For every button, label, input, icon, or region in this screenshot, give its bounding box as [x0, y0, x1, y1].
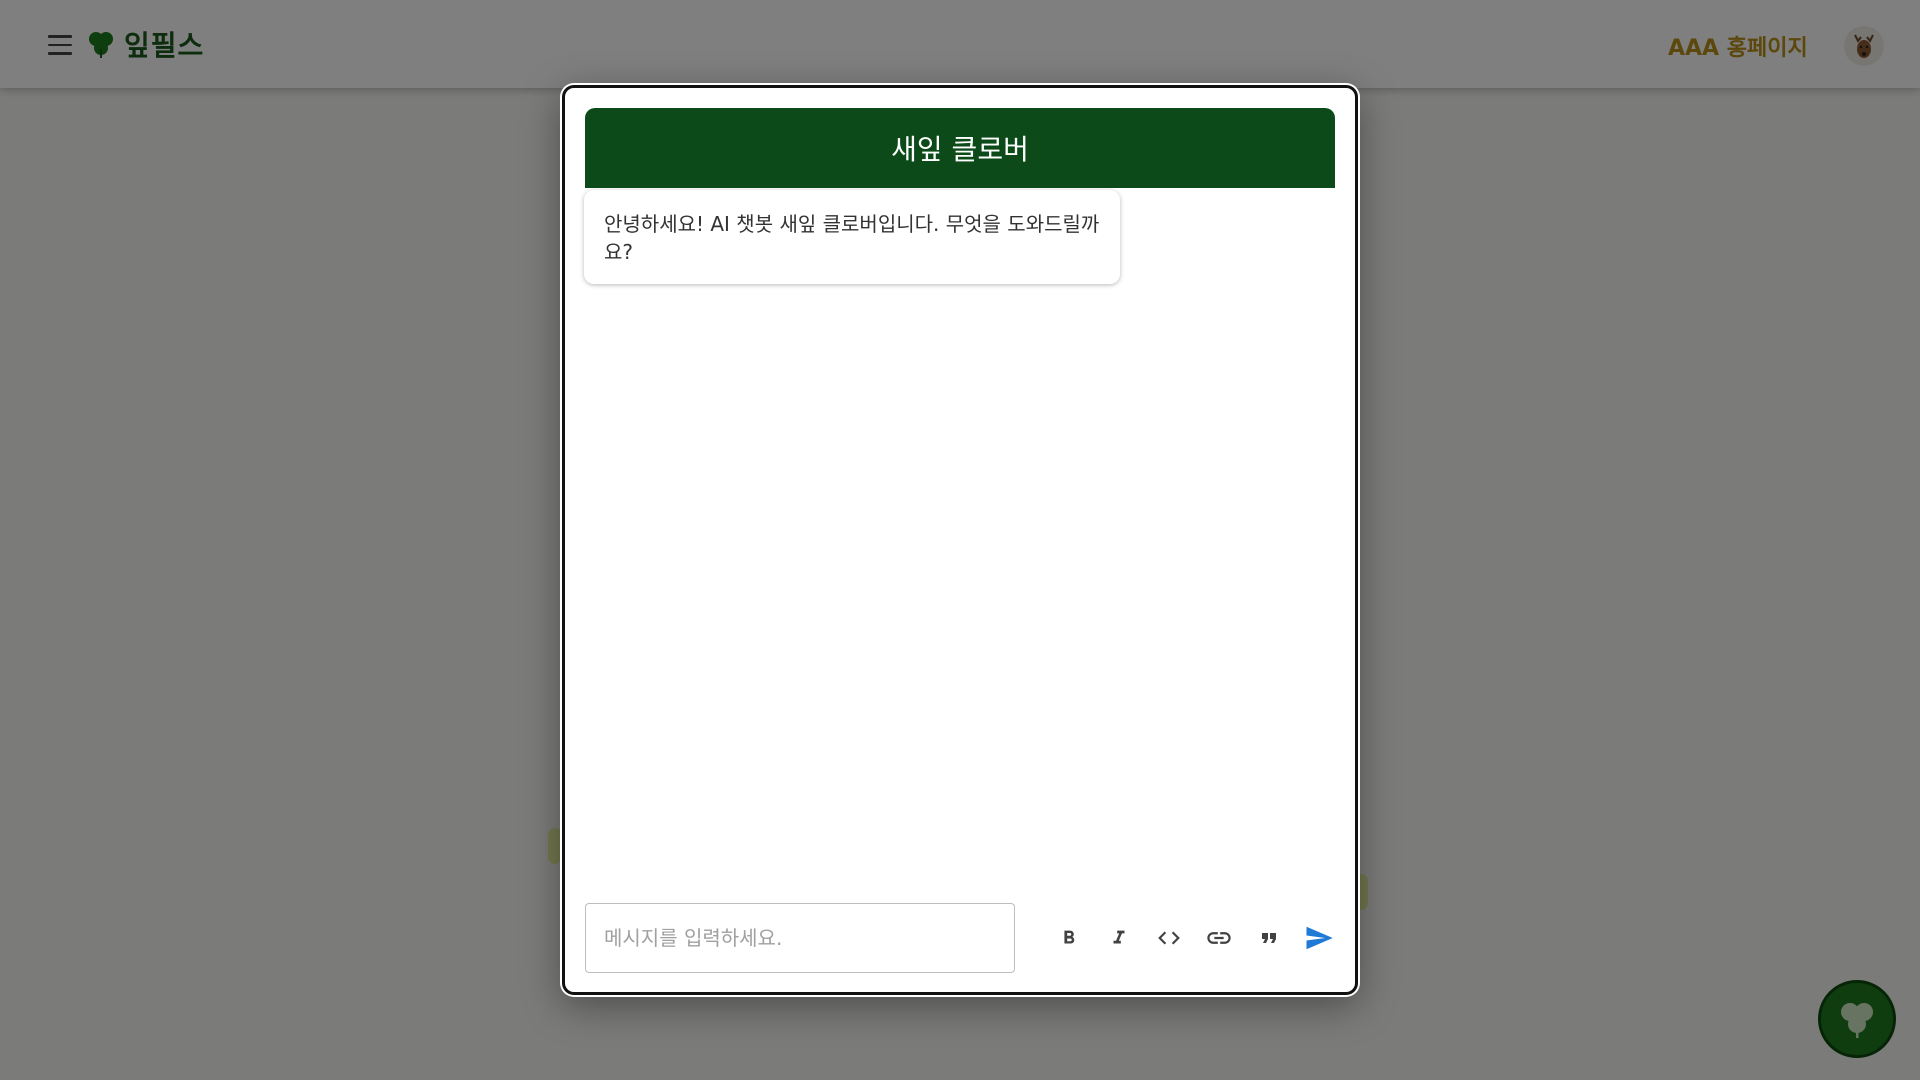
quote-icon — [1262, 933, 1276, 943]
send-button[interactable] — [1301, 920, 1337, 956]
message-composer — [585, 903, 1335, 975]
chatbot-dialog: 새잎 클로버 안녕하세요! AI 챗봇 새잎 클로버입니다. 무엇을 도와드릴까… — [562, 85, 1358, 995]
code-icon — [1158, 931, 1180, 945]
quote-button[interactable] — [1251, 920, 1287, 956]
bold-icon — [1064, 930, 1075, 944]
link-icon — [1207, 932, 1231, 944]
code-button[interactable] — [1151, 920, 1187, 956]
link-button[interactable] — [1201, 920, 1237, 956]
bot-message-bubble: 안녕하세요! AI 챗봇 새잎 클로버입니다. 무엇을 도와드릴까요? — [584, 190, 1120, 284]
italic-button[interactable] — [1101, 920, 1137, 956]
message-input[interactable] — [585, 903, 1015, 973]
dialog-title: 새잎 클로버 — [891, 133, 1029, 166]
send-icon — [1306, 926, 1333, 950]
dialog-header: 새잎 클로버 — [585, 108, 1335, 188]
italic-icon — [1113, 930, 1125, 944]
bold-button[interactable] — [1051, 920, 1087, 956]
